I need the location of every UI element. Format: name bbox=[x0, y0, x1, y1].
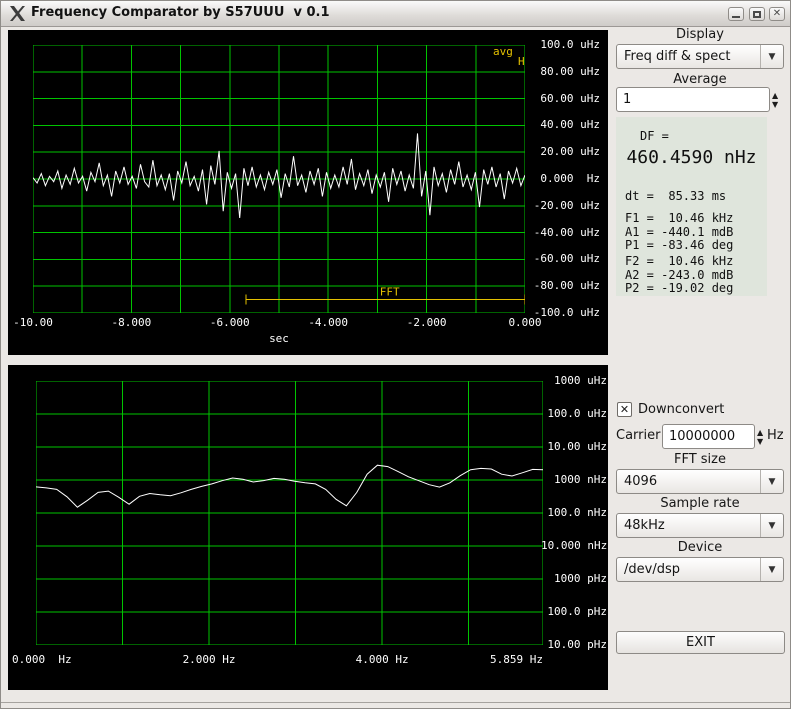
info-line: dt = 85.33 ms bbox=[625, 189, 727, 203]
dt-readout: dt = 85.33 ms bbox=[625, 189, 727, 204]
y-tick-label: 10.00 uHz bbox=[547, 440, 607, 453]
y-tick-label: 0.000 Hz bbox=[540, 172, 600, 185]
spin-down-icon[interactable]: ▼ bbox=[772, 100, 778, 108]
device-selected-value: /dev/dsp bbox=[624, 562, 680, 577]
channel1-readout: F1 = 10.46 kHz A1 = -440.1 mdB P1 = -83.46… bbox=[625, 211, 734, 253]
titlebar[interactable]: Frequency Comparator by S57UUU v 0.1 ✕ bbox=[0, 0, 791, 27]
carrier-value: 10000000 bbox=[669, 429, 736, 444]
display-label: Display bbox=[676, 27, 724, 42]
avg-indicator: avg bbox=[493, 45, 513, 58]
info-line: A1 = -440.1 mdB bbox=[625, 224, 734, 239]
info-line: P2 = -19.02 deg bbox=[625, 281, 734, 295]
sample-rate-select[interactable]: 48kHz ▼ bbox=[616, 513, 784, 538]
y-tick-label: 100.0 pHz bbox=[547, 605, 607, 618]
info-line: F1 = 10.46 kHz bbox=[625, 211, 734, 225]
window-title: Frequency Comparator by S57UUU v 0.1 bbox=[31, 5, 330, 20]
x-tick-label: 0.000 bbox=[508, 316, 542, 329]
display-selected-value: Freq diff & spect bbox=[624, 49, 731, 64]
close-button[interactable]: ✕ bbox=[769, 7, 785, 21]
y-tick-label: 60.00 uHz bbox=[540, 91, 600, 105]
spin-up-icon[interactable]: ▲ bbox=[772, 91, 778, 99]
chevron-down-icon: ▼ bbox=[760, 558, 783, 581]
minimize-icon bbox=[732, 16, 740, 18]
spin-down-icon[interactable]: ▼ bbox=[757, 437, 763, 445]
exit-button-label: EXIT bbox=[686, 635, 715, 650]
info-line: A2 = -243.0 mdB bbox=[625, 267, 734, 282]
maximize-button[interactable] bbox=[749, 7, 765, 21]
exit-button[interactable]: EXIT bbox=[616, 631, 785, 654]
x-tick-label: 5.859 Hz bbox=[490, 653, 543, 666]
downconvert-checkbox[interactable]: ✕ bbox=[617, 402, 632, 417]
spin-up-icon[interactable]: ▲ bbox=[757, 428, 763, 436]
checkmark-icon: ✕ bbox=[619, 403, 630, 416]
channel2-readout: F2 = 10.46 kHz A2 = -243.0 mdB P2 = -19.02… bbox=[625, 254, 734, 296]
average-label: Average bbox=[673, 72, 727, 87]
x-tick-label: 4.000 Hz bbox=[355, 653, 409, 666]
y-tick-label: 40.00 uHz bbox=[540, 118, 600, 132]
downconvert-label: Downconvert bbox=[638, 402, 725, 417]
chevron-down-icon: ▼ bbox=[760, 470, 783, 493]
y-tick-label: 1000 pHz bbox=[554, 572, 607, 585]
x11-logo-icon bbox=[10, 6, 25, 21]
sample-rate-selected-value: 48kHz bbox=[624, 518, 665, 533]
x-axis-unit-label: sec bbox=[269, 332, 289, 345]
df-value: 460.4590 nHz bbox=[626, 147, 757, 168]
x-tick-label: -2.000 bbox=[406, 316, 447, 329]
y-tick-label: -40.00 uHz bbox=[533, 225, 600, 239]
x-tick-label: -6.000 bbox=[209, 316, 250, 329]
measurement-info-panel: DF = 460.4590 nHz dt = 85.33 ms F1 = 10.… bbox=[616, 117, 767, 296]
window-bottom-ridge bbox=[0, 702, 791, 703]
average-spinner[interactable]: ▲ ▼ bbox=[772, 87, 778, 112]
fft-size-selected-value: 4096 bbox=[624, 474, 658, 489]
y-tick-label: -60.00 uHz bbox=[533, 252, 600, 266]
svg-text:FFT: FFT bbox=[380, 286, 400, 299]
y-tick-label: -20.00 uHz bbox=[533, 198, 600, 212]
info-line: P1 = -83.46 deg bbox=[625, 238, 734, 252]
display-select[interactable]: Freq diff & spect ▼ bbox=[616, 44, 784, 69]
average-value: 1 bbox=[623, 92, 632, 107]
y-tick-label: 100.0 uHz bbox=[547, 407, 607, 420]
chevron-down-icon: ▼ bbox=[760, 45, 783, 68]
x-tick-label: -10.00 bbox=[13, 316, 53, 329]
df-label: DF = bbox=[640, 129, 669, 143]
x-tick-label: -8.000 bbox=[111, 316, 152, 329]
freq-diff-plot-panel: FFT avg H sec 100.0 uHz 80.00 uHz 60.00 uH… bbox=[8, 30, 608, 355]
average-input[interactable]: 1 bbox=[616, 87, 770, 112]
freq-diff-plot: FFT bbox=[33, 45, 525, 313]
sample-rate-label: Sample rate bbox=[660, 496, 740, 511]
y-tick-label: -80.00 uHz bbox=[533, 279, 600, 293]
carrier-input[interactable]: 10000000 bbox=[662, 424, 755, 449]
y-tick-label: 10.00 pHz bbox=[547, 638, 607, 651]
spectrum-plot bbox=[36, 381, 543, 645]
carrier-unit-label: Hz bbox=[767, 428, 784, 443]
spectrum-plot-panel: 1000 uHz 100.0 uHz 10.00 uHz 1000 nHz 100.0 … bbox=[8, 365, 608, 690]
carrier-label: Carrier bbox=[616, 428, 661, 443]
maximize-icon bbox=[753, 10, 761, 18]
minimize-button[interactable] bbox=[728, 7, 744, 21]
device-select[interactable]: /dev/dsp ▼ bbox=[616, 557, 784, 582]
x-tick-label: -4.000 bbox=[308, 316, 349, 329]
chevron-down-icon: ▼ bbox=[760, 514, 783, 537]
y-tick-label: 1000 nHz bbox=[554, 473, 607, 486]
x-tick-label: 2.000 Hz bbox=[182, 653, 236, 666]
y-tick-label: 100.0 nHz bbox=[547, 506, 607, 519]
info-line: F2 = 10.46 kHz bbox=[625, 254, 734, 268]
fft-size-label: FFT size bbox=[673, 452, 726, 467]
carrier-spinner[interactable]: ▲ ▼ bbox=[757, 424, 763, 449]
device-label: Device bbox=[677, 540, 723, 555]
y-tick-label: 20.00 uHz bbox=[540, 145, 600, 159]
y-tick-label: 1000 uHz bbox=[554, 374, 607, 387]
fft-size-select[interactable]: 4096 ▼ bbox=[616, 469, 784, 494]
y-tick-label: 100.0 uHz bbox=[540, 38, 600, 51]
y-tick-label: 80.00 uHz bbox=[540, 64, 600, 78]
x-tick-label: 0.000 Hz bbox=[12, 653, 72, 666]
close-icon: ✕ bbox=[772, 8, 782, 19]
y-tick-label: 10.000 nHz bbox=[541, 539, 608, 552]
